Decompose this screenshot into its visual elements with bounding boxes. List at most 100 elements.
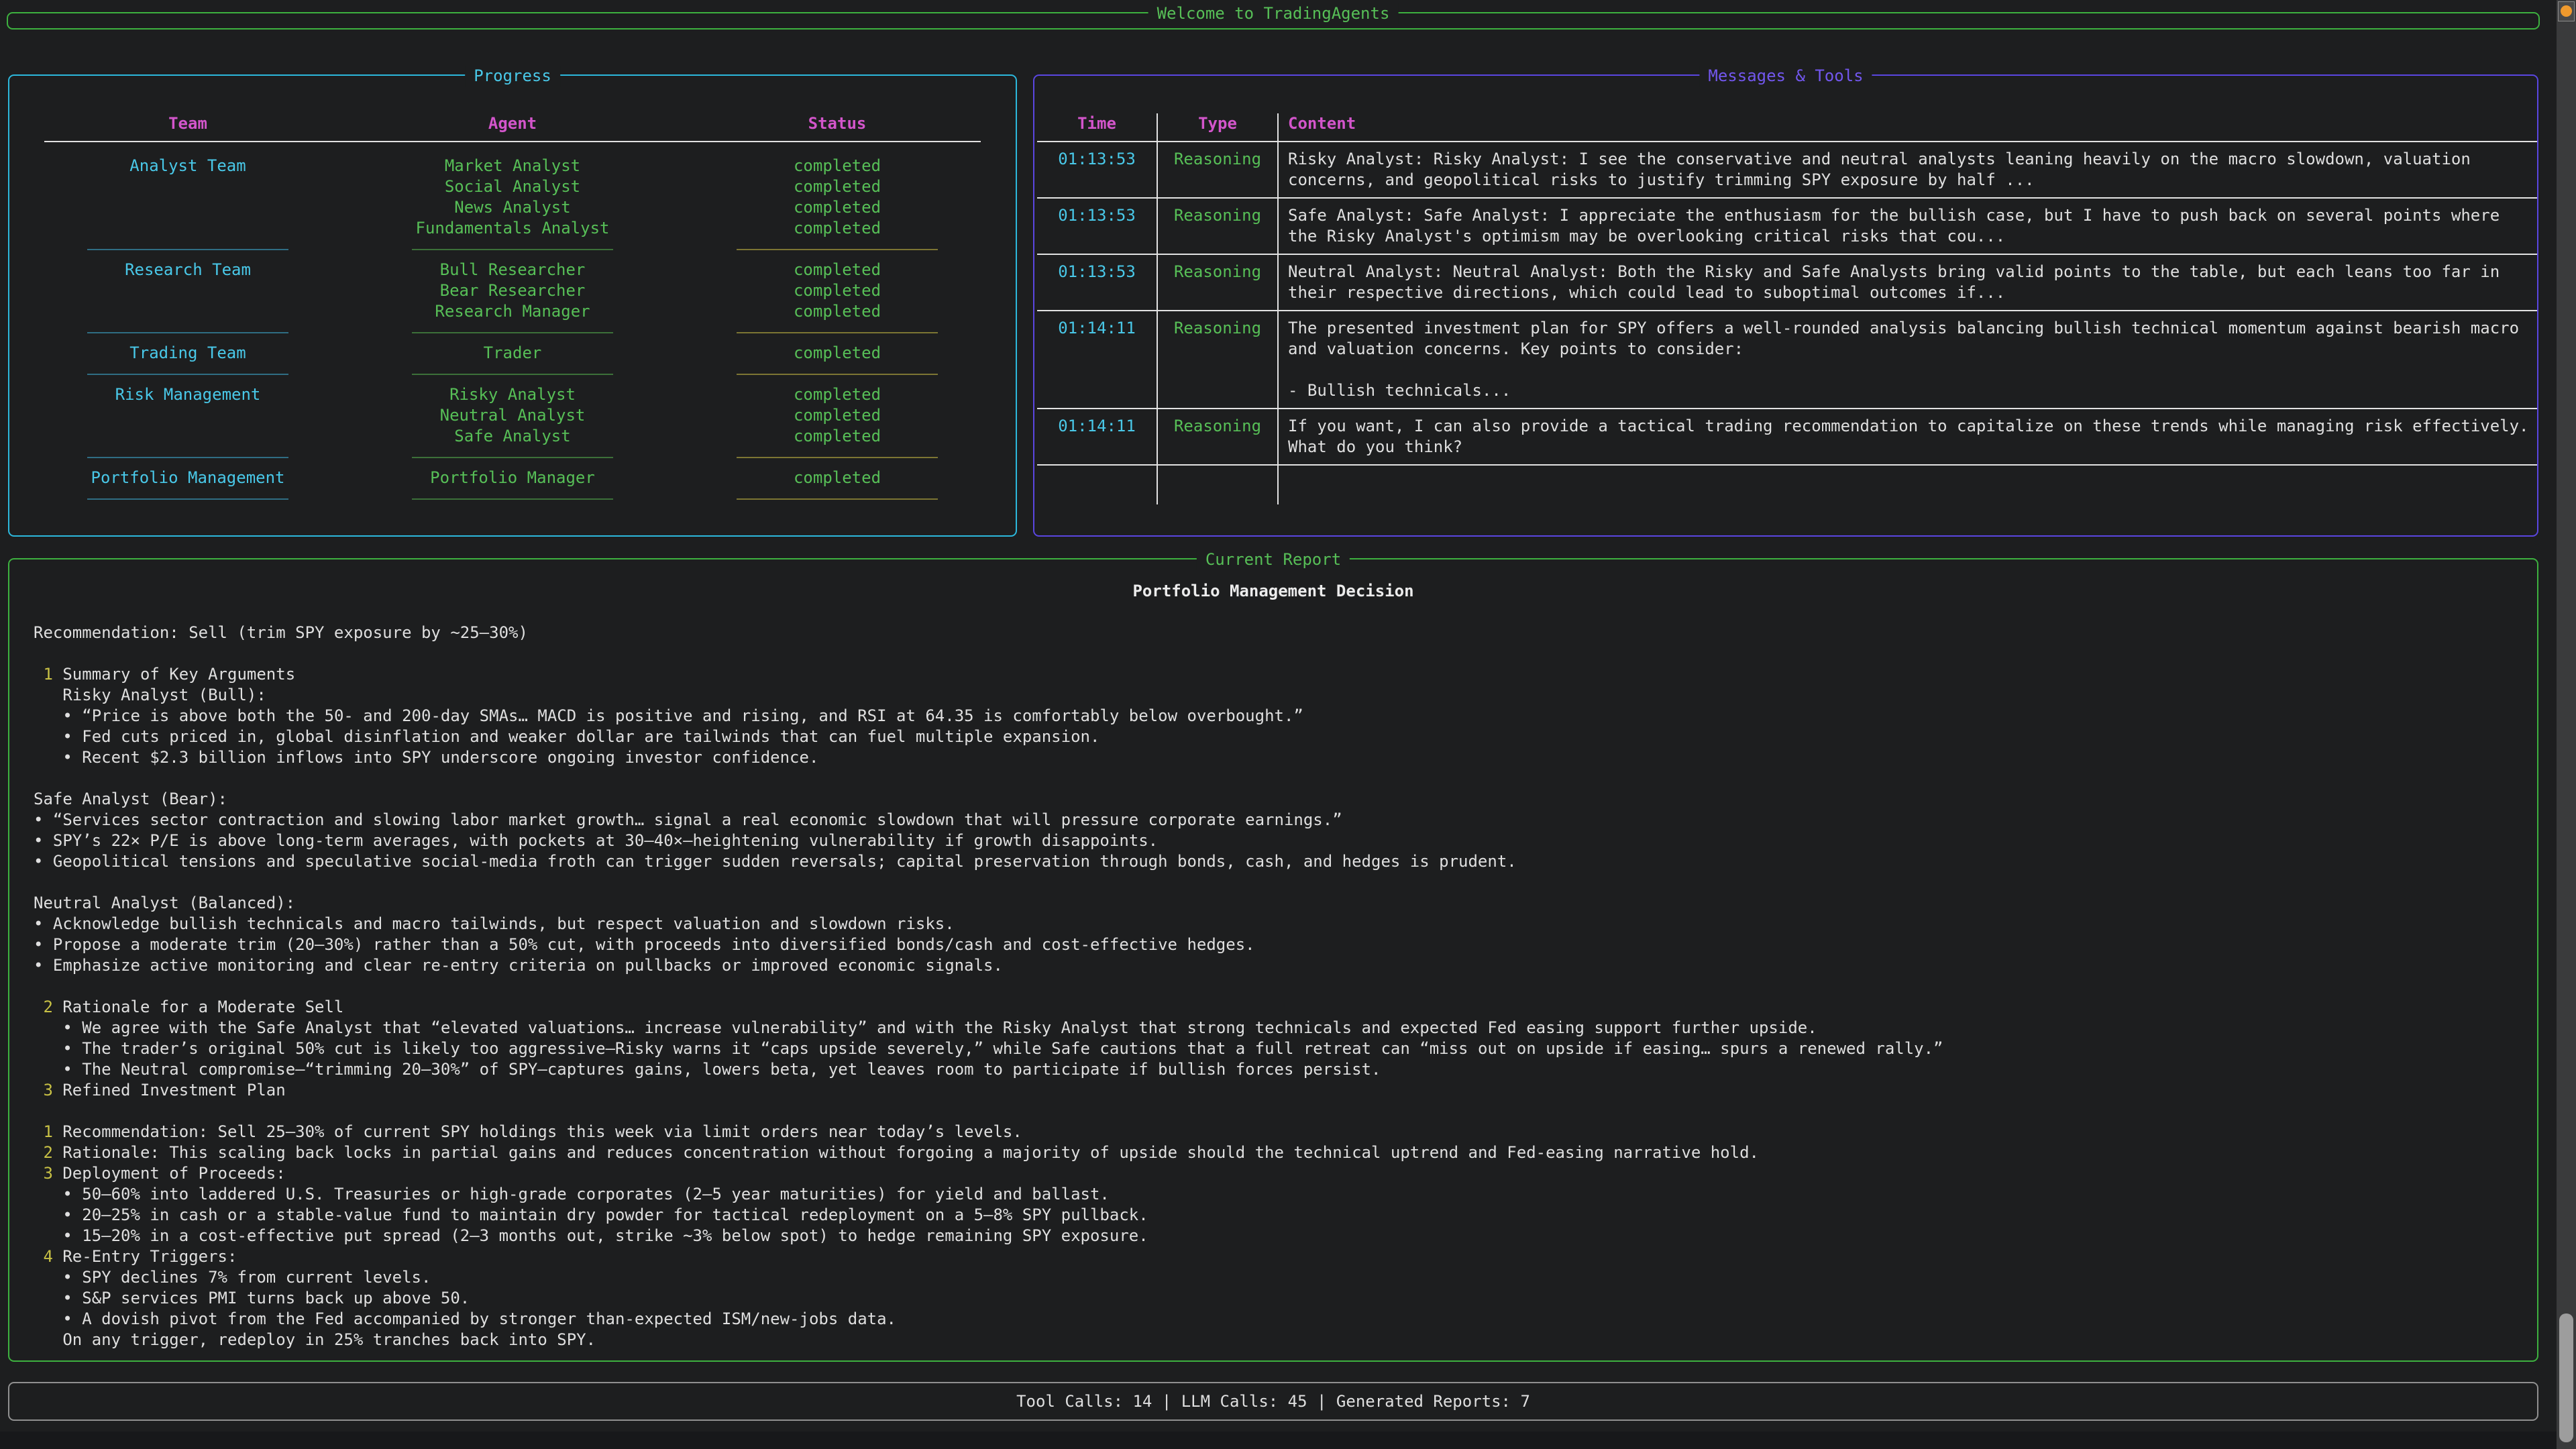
report-line: On any trigger, redeploy in 25% tranches… [34,1330,2537,1350]
message-time: 01:14:11 [1037,311,1158,409]
progress-row: Bear Researchercompleted [25,280,1000,301]
tail-cell [1037,466,1158,504]
orange-dot-icon [2561,5,2572,17]
messages-table-header: Time Type Content [1037,113,2537,142]
progress-header-team: Team [25,113,350,134]
progress-table-header: Team Agent Status [25,113,1000,134]
progress-cell-team: Analyst Team [25,156,350,176]
progress-group-separator [25,239,1000,260]
report-numbered-line: 2 Rationale for a Moderate Sell [34,997,2537,1018]
message-type: Reasoning [1158,199,1279,255]
report-line-number: 1 [34,665,53,684]
messages-panel-title: Messages & Tools [1699,66,1872,87]
progress-group-separator [25,488,1000,509]
progress-group-separator [25,322,1000,343]
messages-table-tail [1037,466,2537,504]
progress-cell-status: completed [675,156,1000,176]
bottom-edge [0,1432,2557,1449]
message-content: Safe Analyst: Safe Analyst: I appreciate… [1279,199,2537,255]
scrollbar-thumb[interactable] [2559,1313,2573,1442]
progress-cell-team [25,405,350,426]
messages-header-content: Content [1279,113,2537,142]
messages-header-time: Time [1037,113,1158,142]
message-type: Reasoning [1158,255,1279,311]
progress-cell-team [25,280,350,301]
report-line-number: 2 [34,1143,53,1162]
message-type: Reasoning [1158,142,1279,199]
report-line-number: 3 [34,1081,53,1099]
progress-cell-team [25,176,350,197]
message-row: 01:13:53ReasoningRisky Analyst: Risky An… [1037,142,2537,199]
progress-panel: Progress Team Agent Status Analyst TeamM… [8,74,1017,537]
report-line [34,1101,2537,1122]
report-line [34,976,2537,997]
message-row: 01:13:53ReasoningSafe Analyst: Safe Anal… [1037,199,2537,255]
message-row: 01:14:11ReasoningIf you want, I can also… [1037,409,2537,466]
progress-cell-team [25,426,350,447]
scroll-indicator [2558,1,2575,21]
progress-cell-agent: Research Manager [350,301,675,322]
report-line: Recommendation: Sell (trim SPY exposure … [34,623,2537,643]
report-lines: Recommendation: Sell (trim SPY exposure … [9,623,2537,1350]
progress-row: Safe Analystcompleted [25,426,1000,447]
report-line: • S&P services PMI turns back up above 5… [34,1288,2537,1309]
progress-cell-team [25,301,350,322]
report-line: • Fed cuts priced in, global disinflatio… [34,727,2537,747]
progress-table-body: Analyst TeamMarket AnalystcompletedSocia… [25,156,1000,509]
report-line: • We agree with the Safe Analyst that “e… [34,1018,2537,1038]
progress-cell-status: completed [675,405,1000,426]
progress-cell-agent: Social Analyst [350,176,675,197]
report-line: • Geopolitical tensions and speculative … [34,851,2537,872]
welcome-panel: Welcome to TradingAgents [7,12,2540,30]
report-line: Neutral Analyst (Balanced): [34,893,2537,914]
progress-row: Neutral Analystcompleted [25,405,1000,426]
progress-cell-agent: Bear Researcher [350,280,675,301]
progress-cell-status: completed [675,218,1000,239]
message-type: Reasoning [1158,409,1279,466]
progress-cell-status: completed [675,260,1000,280]
report-line: Risky Analyst (Bull): [34,685,2537,706]
message-content: Neutral Analyst: Neutral Analyst: Both t… [1279,255,2537,311]
progress-panel-title: Progress [465,66,560,87]
progress-cell-agent: Bull Researcher [350,260,675,280]
progress-cell-status: completed [675,343,1000,364]
progress-cell-status: completed [675,384,1000,405]
progress-cell-team: Risk Management [25,384,350,405]
progress-row: Analyst TeamMarket Analystcompleted [25,156,1000,176]
messages-table: Time Type Content 01:13:53ReasoningRisky… [1034,76,2537,504]
report-line: • Recent $2.3 billion inflows into SPY u… [34,747,2537,768]
tail-cell [1158,466,1279,504]
scrollbar-track[interactable] [2557,0,2576,1449]
report-line: • 50–60% into laddered U.S. Treasuries o… [34,1184,2537,1205]
progress-cell-team [25,218,350,239]
progress-cell-team [25,197,350,218]
progress-cell-team: Portfolio Management [25,468,350,488]
message-type: Reasoning [1158,311,1279,409]
message-time: 01:14:11 [1037,409,1158,466]
progress-cell-agent: News Analyst [350,197,675,218]
progress-group-separator [25,447,1000,468]
progress-header-separator [44,141,981,142]
report-line: • The Neutral compromise—“trimming 20–30… [34,1059,2537,1080]
report-line-number: 2 [34,998,53,1016]
progress-cell-agent: Neutral Analyst [350,405,675,426]
report-line [34,872,2537,893]
progress-row: Fundamentals Analystcompleted [25,218,1000,239]
report-line [34,768,2537,789]
report-numbered-line: 3 Deployment of Proceeds: [34,1163,2537,1184]
report-numbered-line: 1 Recommendation: Sell 25–30% of current… [34,1122,2537,1142]
report-line: • The trader’s original 50% cut is likel… [34,1038,2537,1059]
progress-cell-team: Research Team [25,260,350,280]
progress-cell-status: completed [675,197,1000,218]
progress-cell-status: completed [675,468,1000,488]
progress-cell-agent: Market Analyst [350,156,675,176]
messages-header-type: Type [1158,113,1279,142]
report-line: Safe Analyst (Bear): [34,789,2537,810]
progress-table: Team Agent Status Analyst TeamMarket Ana… [9,76,1016,509]
welcome-title: Welcome to TradingAgents [1148,3,1399,24]
progress-row: Research TeamBull Researchercompleted [25,260,1000,280]
progress-header-status: Status [675,113,1000,134]
report-line: • A dovish pivot from the Fed accompanie… [34,1309,2537,1330]
report-line: • “Services sector contraction and slowi… [34,810,2537,830]
report-numbered-line: 4 Re-Entry Triggers: [34,1246,2537,1267]
